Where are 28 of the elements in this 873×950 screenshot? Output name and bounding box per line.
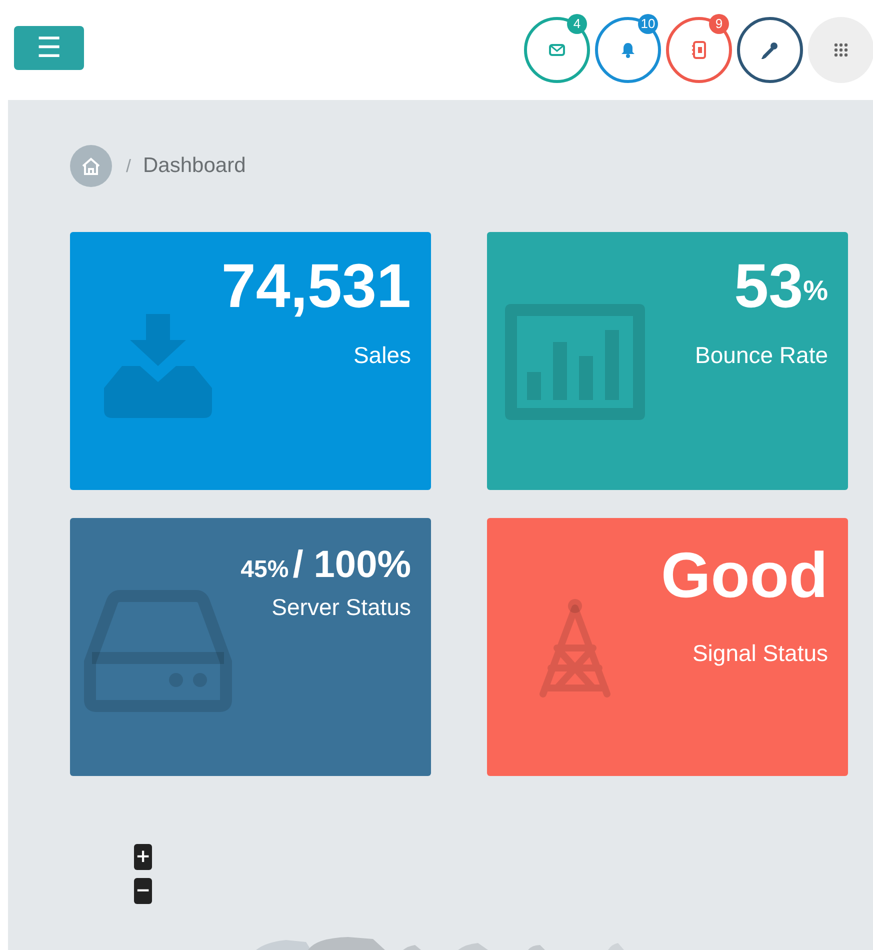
header-icon-button[interactable]: 4 [524, 17, 590, 83]
zoom-in-button[interactable]: + [134, 844, 152, 870]
header-icon-button[interactable]: 10 [595, 17, 661, 83]
stat-usage: 45% [240, 556, 289, 584]
home-icon[interactable] [70, 145, 112, 187]
stat-label: Server Status [272, 594, 411, 621]
count-badge: 10 [638, 14, 658, 34]
menu-button[interactable]: ☰ [14, 26, 84, 70]
count-badge: 4 [567, 14, 587, 34]
eyedropper-icon [761, 41, 779, 59]
stat-value: Good [660, 540, 828, 610]
apps-grid-icon [834, 43, 848, 57]
header-icon-button[interactable]: 9 [666, 17, 732, 83]
stat-label: Sales [353, 342, 411, 369]
stat-label: Bounce Rate [695, 342, 828, 369]
stat-value: 53$^{%}$ [734, 254, 828, 320]
count-badge: 9 [709, 14, 729, 34]
zoom-out-button[interactable]: − [134, 878, 152, 904]
stat-value: / 100% [292, 543, 411, 588]
hard-drive-icon [84, 588, 232, 712]
signal-tower-icon [537, 598, 613, 700]
stat-value: 74,531 [221, 254, 411, 320]
breadcrumb-separator: / [126, 156, 132, 176]
breadcrumb-current: Dashboard [143, 154, 246, 178]
address-book-icon [692, 41, 706, 59]
envelope-icon [549, 44, 565, 56]
bell-icon [621, 42, 635, 58]
stat-label: Signal Status [692, 640, 828, 667]
